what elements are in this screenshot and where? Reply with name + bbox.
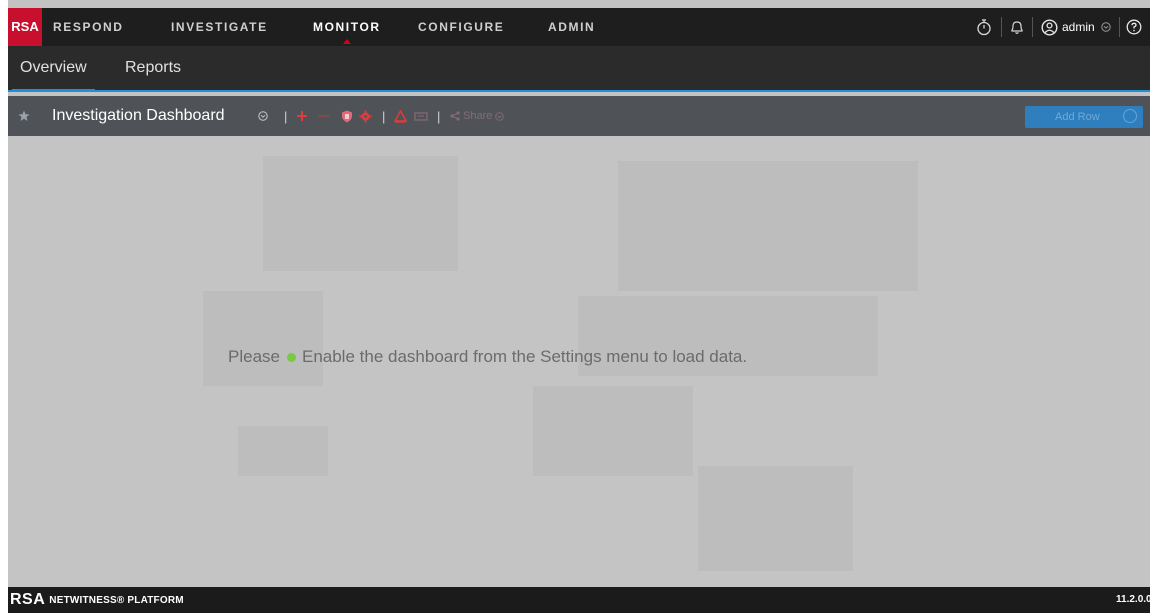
nav-respond[interactable]: RESPOND: [53, 8, 124, 46]
ghost-chart-placeholder: [618, 161, 918, 291]
add-row-dropdown-icon: [1123, 109, 1137, 123]
alert-icon[interactable]: [394, 96, 407, 136]
dashboard-title[interactable]: Investigation Dashboard: [52, 96, 225, 136]
toolbar-divider: |: [437, 108, 441, 124]
nav-investigate[interactable]: INVESTIGATE: [171, 8, 268, 46]
star-icon[interactable]: [18, 96, 30, 136]
version-label: 11.2.0.0: [1116, 594, 1150, 605]
footer: RSA NETWITNESS® PLATFORM 11.2.0.0: [8, 587, 1150, 613]
add-icon[interactable]: [296, 96, 308, 136]
dashboard-disabled-message: Please Enable the dashboard from the Set…: [228, 347, 747, 367]
share-icon: [450, 111, 460, 121]
help-icon[interactable]: [1125, 19, 1143, 35]
share-dropdown-icon: [495, 111, 505, 121]
footer-product: NETWITNESS® PLATFORM: [49, 594, 184, 606]
tab-reports[interactable]: Reports: [125, 46, 181, 90]
shield-icon[interactable]: [341, 96, 353, 136]
settings-icon[interactable]: [359, 96, 372, 136]
nav-admin[interactable]: ADMIN: [548, 8, 595, 46]
top-nav: RSA RESPOND INVESTIGATE MONITOR CONFIGUR…: [8, 8, 1150, 46]
rsa-logo: RSA: [8, 8, 42, 46]
divider: [1001, 17, 1002, 37]
user-icon[interactable]: [1039, 18, 1059, 36]
ghost-chart-placeholder: [698, 466, 853, 571]
stopwatch-icon[interactable]: [973, 18, 995, 36]
message-prefix: Please: [228, 347, 280, 366]
add-row-button[interactable]: Add Row: [1025, 106, 1143, 128]
dashboard-area: Please Enable the dashboard from the Set…: [8, 136, 1150, 587]
footer-brand: RSA: [10, 591, 46, 608]
sub-nav: Overview Reports: [8, 46, 1150, 92]
ghost-chart-placeholder: [533, 386, 693, 476]
toolbar-divider: |: [284, 108, 288, 124]
share-control[interactable]: Share: [450, 96, 505, 136]
dashboard-toolbar: Investigation Dashboard | | | Share Add …: [8, 96, 1150, 136]
nav-monitor[interactable]: MONITOR: [313, 8, 381, 46]
tab-overview[interactable]: Overview: [12, 46, 95, 92]
footer-logo: RSA NETWITNESS® PLATFORM: [10, 591, 184, 609]
ghost-chart-placeholder: [203, 291, 323, 386]
user-dropdown-icon[interactable]: [1098, 22, 1114, 32]
nav-configure[interactable]: CONFIGURE: [418, 8, 504, 46]
app-window: RSA RESPOND INVESTIGATE MONITOR CONFIGUR…: [8, 0, 1150, 613]
share-label: Share: [463, 110, 493, 122]
print-icon[interactable]: [414, 96, 428, 136]
user-name-label[interactable]: admin: [1062, 20, 1095, 34]
divider: [1032, 17, 1033, 37]
bell-icon[interactable]: [1008, 19, 1026, 35]
add-row-label: Add Row: [1055, 111, 1100, 123]
dashboard-dropdown-icon[interactable]: [258, 96, 268, 136]
status-dot-icon: [286, 352, 296, 362]
message-text: Enable the dashboard from the Settings m…: [301, 347, 748, 366]
ghost-chart-placeholder: [263, 156, 458, 271]
remove-icon[interactable]: [319, 96, 329, 136]
toolbar-divider: |: [382, 108, 386, 124]
divider: [1118, 17, 1120, 37]
nav-right-tools: admin: [973, 8, 1143, 46]
ghost-chart-placeholder: [238, 426, 328, 476]
